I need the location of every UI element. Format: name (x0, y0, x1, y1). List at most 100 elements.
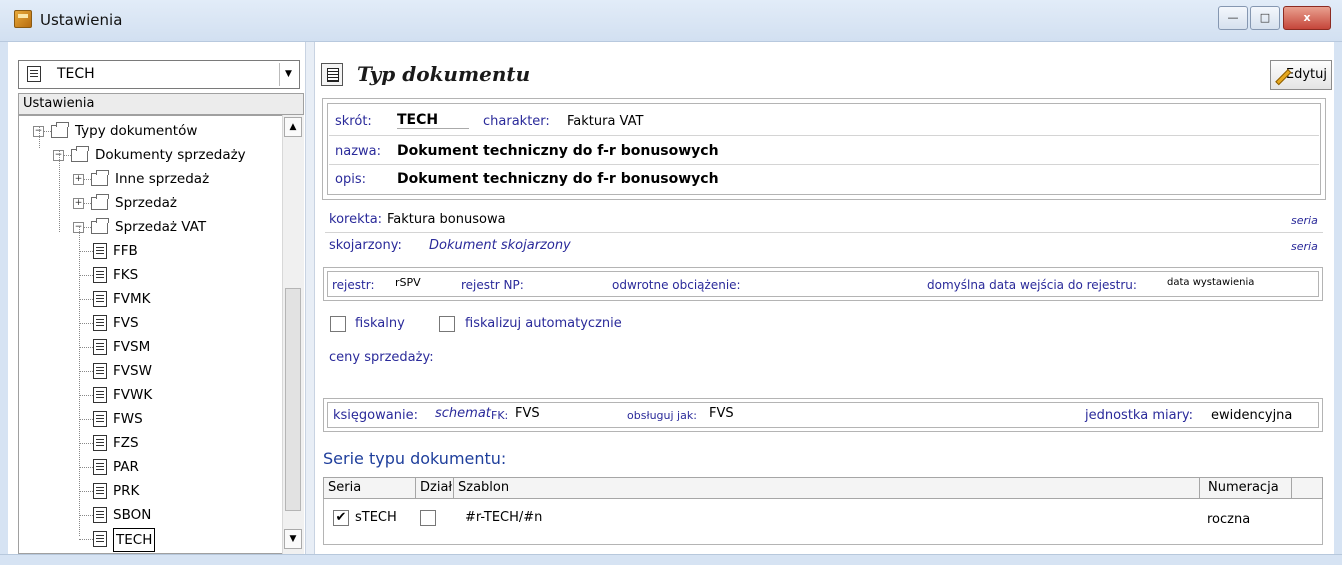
fiskalny-checkbox[interactable] (330, 316, 346, 332)
obsluguj-jak-label: obsługuj jak: (627, 409, 697, 422)
document-icon (93, 387, 107, 403)
opis-label: opis: (335, 172, 366, 187)
chevron-down-icon[interactable]: ▼ (279, 63, 297, 86)
charakter-field[interactable]: Faktura VAT (567, 114, 643, 129)
tree-document[interactable]: FVMK (19, 288, 283, 310)
maximize-button[interactable]: □ (1250, 6, 1280, 30)
settings-tree[interactable]: − Typy dokumentów − Dokumenty sprzedaży + Inn… (18, 115, 304, 554)
tree-item-label: FFB (113, 243, 138, 259)
tree-connector (79, 251, 93, 252)
expand-icon[interactable]: + (73, 174, 84, 185)
page-title: Typ dokumentu (357, 62, 531, 86)
fiskalizuj-checkbox[interactable] (439, 316, 455, 332)
tree-connector (44, 131, 51, 132)
tree-item-label: Inne sprzedaż (115, 171, 210, 187)
document-icon (93, 291, 107, 307)
tree-item-label: FVS (113, 315, 139, 331)
tree-item-label: FVMK (113, 291, 151, 307)
korekta-seria-link[interactable]: seria (1291, 214, 1318, 227)
folder-icon (51, 122, 69, 138)
tree-guide-line (79, 226, 80, 536)
folder-icon (71, 146, 89, 162)
numeracja-cell[interactable]: roczna (1207, 512, 1250, 527)
skojarzony-label: skojarzony: (329, 238, 402, 253)
tree-connector (64, 155, 71, 156)
window-title: Ustawienia (40, 11, 123, 29)
document-icon (93, 435, 107, 451)
window-frame-bottom (0, 554, 1342, 565)
document-icon (93, 531, 107, 547)
tree-document[interactable]: FVSM (19, 336, 283, 358)
document-type-panel: Typ dokumentu Edytuj skrót: TECH charakt… (315, 42, 1334, 554)
tree-document[interactable]: PAR (19, 456, 283, 478)
tree-item-label: TECH (113, 528, 156, 552)
tree-item-label: PAR (113, 459, 139, 475)
tree-document[interactable]: FVS (19, 312, 283, 334)
tree-connector (84, 203, 91, 204)
rejestr-np-label: rejestr NP: (461, 278, 524, 292)
skojarzony-seria-link[interactable]: seria (1291, 240, 1318, 253)
tree-document[interactable]: FFB (19, 240, 283, 262)
tree-connector (79, 443, 93, 444)
tree-document[interactable]: PRK (19, 480, 283, 502)
settings-combo[interactable]: TECH ▼ (18, 60, 300, 89)
column-header-szablon[interactable]: Szablon (454, 478, 1200, 498)
charakter-label: charakter: (483, 114, 550, 129)
fk-label: FK: (491, 409, 509, 422)
folder-icon (91, 170, 109, 186)
edit-button[interactable]: Edytuj (1270, 60, 1332, 90)
column-header-seria[interactable]: Seria (324, 478, 416, 498)
scrollbar-thumb[interactable] (285, 288, 301, 511)
ceny-sprzedazy-label: ceny sprzedaży: (329, 350, 434, 365)
ksiegowanie-label: księgowanie: (333, 408, 418, 423)
title-bar: Ustawienia — □ x (0, 0, 1342, 42)
tree-document[interactable]: FVWK (19, 384, 283, 406)
rejestr-field[interactable]: rSPV (395, 276, 421, 289)
tree-document[interactable]: FZS (19, 432, 283, 454)
tree-folder[interactable]: − Typy dokumentów (19, 120, 283, 142)
skojarzony-link[interactable]: Dokument skojarzony (429, 238, 571, 253)
tree-item-label: PRK (113, 483, 140, 499)
document-icon (93, 267, 107, 283)
opis-field[interactable]: Dokument techniczny do f-r bonusowych (397, 171, 719, 187)
tree-document[interactable]: FVSW (19, 360, 283, 382)
scroll-up-icon[interactable]: ▲ (284, 117, 302, 137)
fiskalny-label: fiskalny (355, 316, 405, 331)
tree-item-label: FWS (113, 411, 143, 427)
scroll-down-icon[interactable]: ▼ (284, 529, 302, 549)
schemat-link[interactable]: schemat (435, 406, 491, 421)
panel-splitter[interactable] (305, 42, 315, 554)
tree-document[interactable]: TECH (19, 528, 283, 552)
skrot-field[interactable]: TECH (397, 112, 469, 129)
dzial-checkbox[interactable] (420, 510, 436, 526)
tree-item-label: Typy dokumentów (75, 123, 198, 139)
document-icon (93, 411, 107, 427)
close-button[interactable]: x (1283, 6, 1331, 30)
obsluguj-jak-field[interactable]: FVS (709, 406, 734, 421)
tree-scrollbar[interactable]: ▲ ▼ (282, 115, 304, 554)
expand-icon[interactable]: + (73, 198, 84, 209)
minimize-button[interactable]: — (1218, 6, 1248, 30)
window-frame-right (1334, 42, 1342, 555)
tree-connector (84, 179, 91, 180)
fk-field[interactable]: FVS (515, 406, 540, 421)
column-header-dzial[interactable]: Dział (416, 478, 454, 498)
tree-connector (79, 491, 93, 492)
folder-icon (91, 194, 109, 210)
column-header-numeracja[interactable]: Numeracja (1204, 478, 1292, 498)
seria-cell[interactable]: sTECH (355, 510, 397, 525)
divider (329, 164, 1319, 165)
tree-document[interactable]: FWS (19, 408, 283, 430)
document-icon (93, 483, 107, 499)
korekta-field[interactable]: Faktura bonusowa (387, 212, 506, 227)
szablon-cell[interactable]: #r-TECH/#n (465, 510, 542, 525)
data-wejscia-field[interactable]: data wystawienia (1167, 277, 1254, 288)
edit-button-label: Edytuj (1285, 67, 1327, 82)
tree-document[interactable]: FKS (19, 264, 283, 286)
jednostka-miary-field[interactable]: ewidencyjna (1211, 408, 1292, 423)
seria-row-checkbox[interactable]: ✔ (333, 510, 349, 526)
combo-value: TECH (57, 66, 95, 82)
tree-document[interactable]: SBON (19, 504, 283, 526)
tree-item-label: FVSW (113, 363, 152, 379)
nazwa-field[interactable]: Dokument techniczny do f-r bonusowych (397, 143, 719, 159)
